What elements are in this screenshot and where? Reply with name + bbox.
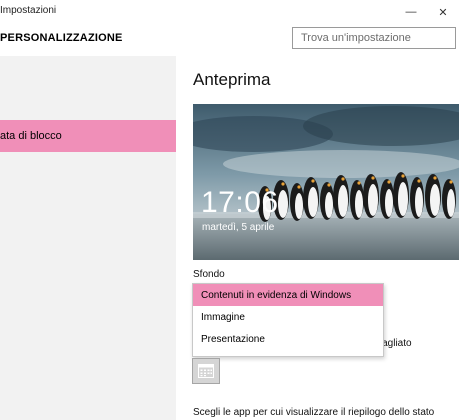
search-input[interactable]: Trova un'impostazione (292, 27, 456, 49)
section-title: PERSONALIZZAZIONE (0, 32, 123, 44)
close-button[interactable]: ✕ (429, 0, 457, 24)
minimize-button[interactable]: — (397, 0, 425, 24)
window-title: Impostazioni (0, 5, 57, 16)
background-label: Sfondo (193, 269, 225, 280)
preview-clock: 17:06 (201, 186, 279, 219)
title-bar: Impostazioni — ✕ (0, 0, 459, 24)
calendar-icon (198, 364, 214, 378)
sidebar-item-label: ata di blocco (0, 130, 62, 142)
quick-status-description: Scegli le app per cui visualizzare il ri… (193, 407, 435, 418)
preview-image (193, 104, 459, 260)
main-content: Anteprima 17:06 martedì, 5 aprile Sfondo… (176, 56, 459, 420)
dropdown-option-picture[interactable]: Immagine (193, 306, 383, 328)
lock-screen-preview: 17:06 martedì, 5 aprile (193, 104, 459, 260)
preview-date: martedì, 5 aprile (202, 222, 275, 233)
sidebar: ata di blocco (0, 56, 176, 420)
sidebar-item-lock-screen[interactable]: ata di blocco (0, 120, 176, 152)
calendar-app-button[interactable] (192, 358, 220, 384)
dropdown-option-slideshow[interactable]: Presentazione (193, 328, 383, 350)
header: PERSONALIZZAZIONE Trova un'impostazione (0, 24, 459, 56)
dropdown-option-windows-spotlight[interactable]: Contenuti in evidenza di Windows (193, 284, 383, 306)
background-dropdown-list: Contenuti in evidenza di Windows Immagin… (192, 283, 384, 357)
page-heading: Anteprima (193, 70, 271, 89)
